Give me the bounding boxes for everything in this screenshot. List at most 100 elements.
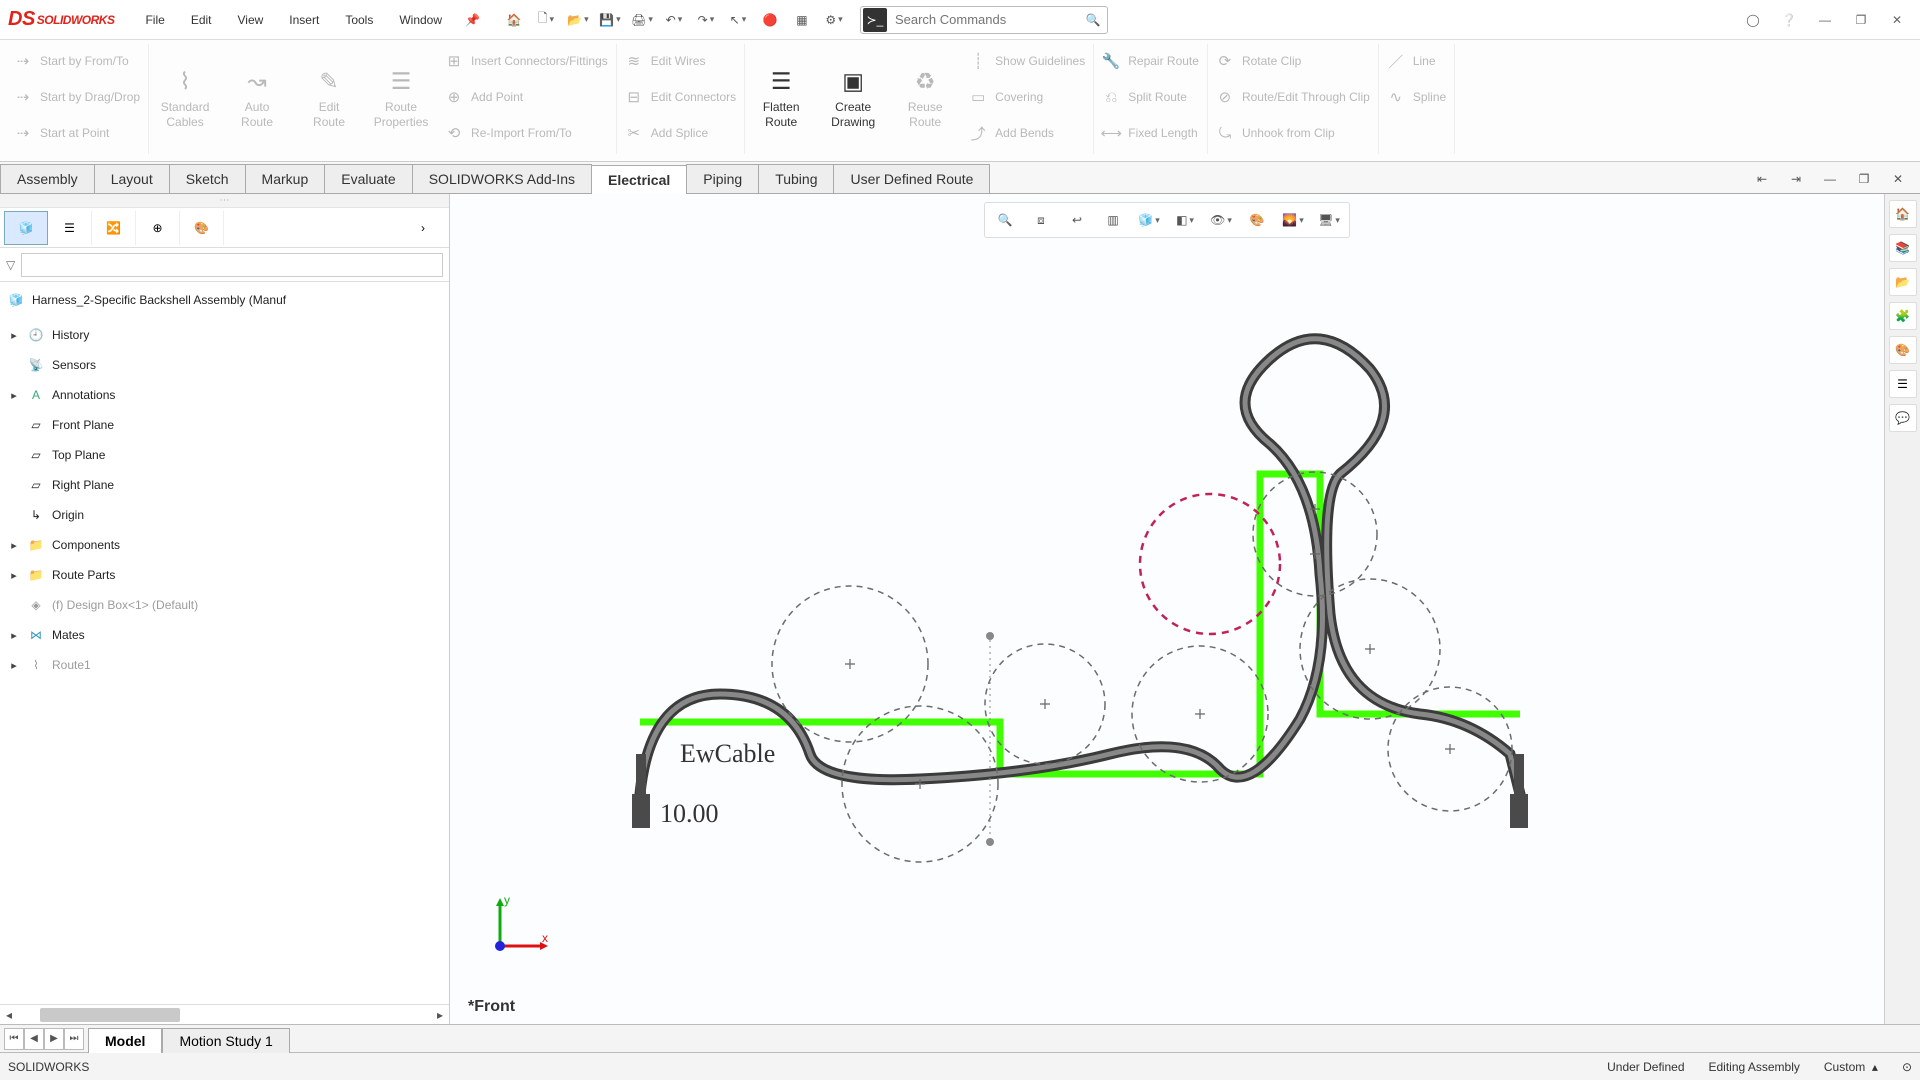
- panel-expand-icon[interactable]: ›: [401, 211, 445, 245]
- minimize-icon[interactable]: —: [1810, 5, 1840, 35]
- menu-edit[interactable]: Edit: [178, 0, 225, 40]
- route-polyline: [640, 474, 1520, 774]
- rib-rotate-clip: ⟳Rotate Clip: [1210, 44, 1376, 78]
- select-icon[interactable]: ↖: [724, 6, 752, 34]
- scroll-left-icon[interactable]: ◂: [0, 1008, 18, 1022]
- tree-front-plane[interactable]: ▸▱Front Plane: [4, 410, 449, 440]
- tree-hscroll[interactable]: ◂ ▸: [0, 1004, 449, 1024]
- tab-sketch[interactable]: Sketch: [169, 164, 246, 193]
- workarea: ⋯ 🧊 ☰ 🔀 ⊕ 🎨 › ▽ 🧊 Harness_2-Specific Bac…: [0, 194, 1920, 1024]
- menu-tools[interactable]: Tools: [332, 0, 386, 40]
- tree-right-plane[interactable]: ▸▱Right Plane: [4, 470, 449, 500]
- tree-annotations[interactable]: ▸AAnnotations: [4, 380, 449, 410]
- panel-collapse-left-icon[interactable]: ⇤: [1748, 165, 1776, 193]
- title-bar: DS SOLIDWORKS File Edit View Insert Tool…: [0, 0, 1920, 40]
- graphics-viewport[interactable]: 🔍 ⧈ ↩ ▥ 🧊 ◧ 👁 🎨 🌄 🖥: [450, 194, 1884, 1024]
- part-icon: ◈: [26, 595, 46, 615]
- tree-top-plane[interactable]: ▸▱Top Plane: [4, 440, 449, 470]
- filter-icon[interactable]: ▽: [6, 258, 15, 272]
- tab-assembly[interactable]: Assembly: [0, 164, 95, 193]
- taskpane-library-icon[interactable]: 📚: [1889, 234, 1917, 262]
- rib-flatten-route[interactable]: ☰FlattenRoute: [745, 44, 817, 152]
- search-input[interactable]: [889, 12, 1079, 27]
- new-doc-icon[interactable]: 🗋: [532, 6, 560, 34]
- taskpane-viewpalette-icon[interactable]: 🧩: [1889, 302, 1917, 330]
- doc-nav-next[interactable]: ▶: [44, 1028, 64, 1050]
- tree-route-parts[interactable]: ▸📁Route Parts: [4, 560, 449, 590]
- vp-minimize-icon[interactable]: —: [1816, 165, 1844, 193]
- taskpane-customprops-icon[interactable]: ☰: [1889, 370, 1917, 398]
- pin-icon[interactable]: 📌: [465, 13, 480, 27]
- open-doc-icon[interactable]: 📂: [564, 6, 592, 34]
- scroll-right-icon[interactable]: ▸: [431, 1008, 449, 1022]
- doc-tab-motion[interactable]: Motion Study 1: [162, 1028, 289, 1053]
- tree-components[interactable]: ▸📁Components: [4, 530, 449, 560]
- tab-evaluate[interactable]: Evaluate: [324, 164, 412, 193]
- menu-insert[interactable]: Insert: [276, 0, 332, 40]
- tree-history[interactable]: ▸🕘History: [4, 320, 449, 350]
- reimport-icon: ⟲: [445, 124, 463, 142]
- tree-origin[interactable]: ▸↳Origin: [4, 500, 449, 530]
- tab-electrical[interactable]: Electrical: [591, 165, 687, 194]
- cable-path: [640, 339, 1520, 794]
- tree-filter-input[interactable]: [21, 253, 443, 277]
- vp-close-icon[interactable]: ✕: [1884, 165, 1912, 193]
- tab-layout[interactable]: Layout: [94, 164, 170, 193]
- route-point-icon: ⇢: [14, 124, 32, 142]
- search-commands[interactable]: ≻_ 🔍: [860, 6, 1108, 34]
- doc-nav-prev[interactable]: ◀: [24, 1028, 44, 1050]
- search-icon[interactable]: 🔍: [1079, 6, 1107, 34]
- tree-route1[interactable]: ▸⌇Route1: [4, 650, 449, 680]
- close-icon[interactable]: ✕: [1882, 5, 1912, 35]
- restore-icon[interactable]: ❐: [1846, 5, 1876, 35]
- panel-tab-configmgr[interactable]: 🔀: [92, 211, 136, 245]
- menu-view[interactable]: View: [225, 0, 277, 40]
- tab-udr[interactable]: User Defined Route: [833, 164, 990, 193]
- doc-nav-last[interactable]: ⏭: [64, 1028, 84, 1050]
- panel-tab-propmgr[interactable]: ☰: [48, 211, 92, 245]
- taskpane-forum-icon[interactable]: 💬: [1889, 404, 1917, 432]
- panel-collapse-right-icon[interactable]: ⇥: [1782, 165, 1810, 193]
- tab-tubing[interactable]: Tubing: [758, 164, 834, 193]
- tree-filter-row: ▽: [0, 248, 449, 282]
- taskpane-fileexplorer-icon[interactable]: 📂: [1889, 268, 1917, 296]
- status-units[interactable]: Custom ▴: [1824, 1060, 1878, 1074]
- rib-create-drawing[interactable]: ▣CreateDrawing: [817, 44, 889, 152]
- tab-addins[interactable]: SOLIDWORKS Add-Ins: [412, 164, 592, 193]
- panel-tab-featuretree[interactable]: 🧊: [4, 211, 48, 245]
- taskpane-home-icon[interactable]: 🏠: [1889, 200, 1917, 228]
- tree-design-box[interactable]: ▸◈(f) Design Box<1> (Default): [4, 590, 449, 620]
- doc-tab-model[interactable]: Model: [88, 1028, 162, 1053]
- panel-grip[interactable]: ⋯: [0, 194, 449, 208]
- user-icon[interactable]: ◯: [1738, 5, 1768, 35]
- tree-sensors[interactable]: ▸📡Sensors: [4, 350, 449, 380]
- quick-toolbar: 🏠 🗋 📂 💾 🖨 ↶ ↷ ↖ 🔴 ▦ ⚙: [500, 6, 848, 34]
- menu-file[interactable]: File: [132, 0, 177, 40]
- vp-restore-icon[interactable]: ❐: [1850, 165, 1878, 193]
- panel-tab-dimxpert[interactable]: ⊕: [136, 211, 180, 245]
- panel-tab-appearance[interactable]: 🎨: [180, 211, 224, 245]
- rib-reuse-route: ♻ReuseRoute: [889, 44, 961, 152]
- rebuild-icon[interactable]: 🔴: [756, 6, 784, 34]
- redo-icon[interactable]: ↷: [692, 6, 720, 34]
- status-macro-icon[interactable]: ⊙: [1902, 1060, 1912, 1074]
- undo-icon[interactable]: ↶: [660, 6, 688, 34]
- options-sheet-icon[interactable]: ▦: [788, 6, 816, 34]
- menu-window[interactable]: Window: [386, 0, 455, 40]
- print-icon[interactable]: 🖨: [628, 6, 656, 34]
- guide-endpoint: [986, 838, 994, 846]
- taskpane-appearance-icon[interactable]: 🎨: [1889, 336, 1917, 364]
- doc-nav-first[interactable]: ⏮: [4, 1028, 24, 1050]
- settings-icon[interactable]: ⚙: [820, 6, 848, 34]
- save-icon[interactable]: 💾: [596, 6, 624, 34]
- help-icon[interactable]: ❔: [1774, 5, 1804, 35]
- fixedlen-icon: ⟷: [1102, 124, 1120, 142]
- tab-piping[interactable]: Piping: [686, 164, 759, 193]
- home-icon[interactable]: 🏠: [500, 6, 528, 34]
- tree-root[interactable]: 🧊 Harness_2-Specific Backshell Assembly …: [0, 282, 449, 318]
- tree-mates[interactable]: ▸⋈Mates: [4, 620, 449, 650]
- scroll-thumb[interactable]: [40, 1008, 180, 1022]
- tab-markup[interactable]: Markup: [245, 164, 326, 193]
- rib-route-through-clip: ⊘Route/Edit Through Clip: [1210, 80, 1376, 114]
- rib-fixed-length: ⟷Fixed Length: [1096, 116, 1205, 150]
